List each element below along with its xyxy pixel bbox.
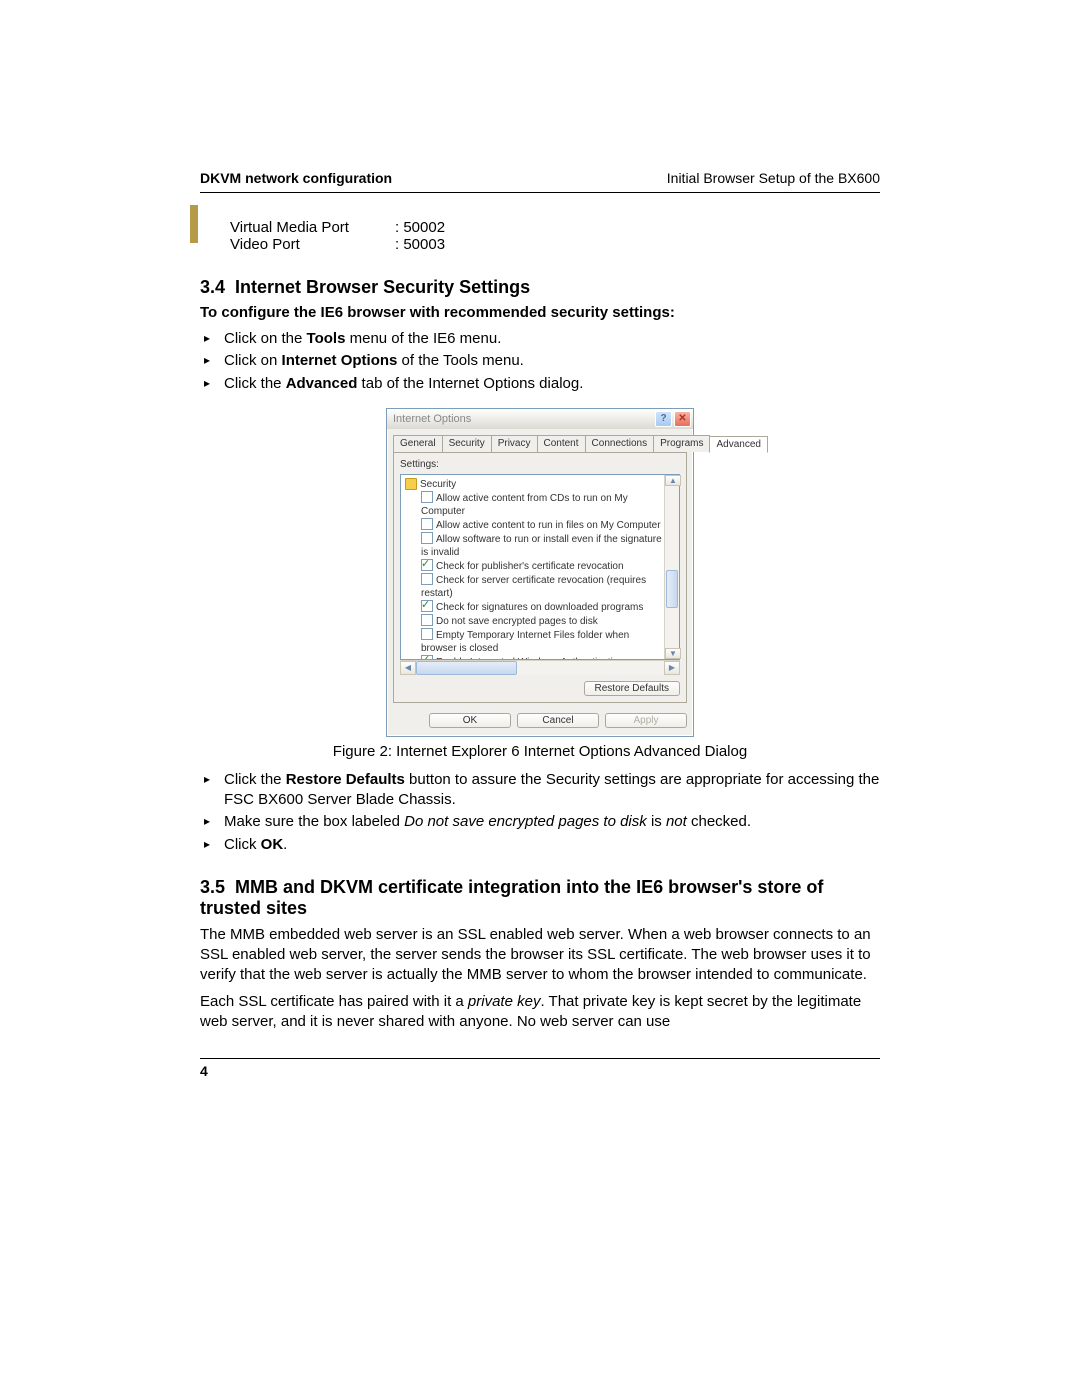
- settings-tree[interactable]: Security Allow active content from CDs to…: [400, 474, 680, 660]
- subheading: To configure the IE6 browser with recomm…: [200, 304, 880, 321]
- tab-row: General Security Privacy Content Connect…: [387, 429, 693, 452]
- page-number: 4: [200, 1063, 208, 1079]
- figure-caption: Figure 2: Internet Explorer 6 Internet O…: [200, 743, 880, 760]
- section-number: 3.5: [200, 877, 225, 897]
- security-category: Security: [405, 478, 662, 491]
- bullet-item: Click the Advanced tab of the Internet O…: [200, 374, 880, 394]
- bullet-item: Click on Internet Options of the Tools m…: [200, 351, 880, 371]
- port-value: 50002: [395, 219, 445, 236]
- tab-privacy[interactable]: Privacy: [491, 435, 538, 452]
- bullet-item: Click the Restore Defaults button to ass…: [200, 770, 880, 811]
- body-text: The MMB embedded web server is an SSL en…: [200, 925, 880, 986]
- port-value: 50003: [395, 236, 445, 253]
- scroll-left-icon[interactable]: ◀: [400, 661, 416, 675]
- help-icon[interactable]: ?: [655, 411, 672, 427]
- apply-button[interactable]: Apply: [605, 713, 687, 728]
- checkbox[interactable]: [421, 655, 433, 659]
- header-left: DKVM network configuration: [200, 170, 392, 186]
- port-block: Virtual Media Port 50002 Video Port 5000…: [230, 219, 880, 253]
- setting-item[interactable]: Allow active content from CDs to run on …: [421, 491, 662, 518]
- checkbox[interactable]: [421, 573, 433, 585]
- port-label: Video Port: [230, 236, 395, 253]
- bullet-list: Click the Restore Defaults button to ass…: [200, 770, 880, 855]
- body-text: Each SSL certificate has paired with it …: [200, 992, 880, 1033]
- setting-item[interactable]: Do not save encrypted pages to disk: [421, 614, 662, 628]
- side-strip: [190, 205, 198, 243]
- horizontal-scrollbar[interactable]: ◀ ▶: [400, 660, 680, 675]
- internet-options-dialog: Internet Options ? ✕ General Security Pr…: [386, 408, 694, 737]
- scroll-down-icon[interactable]: ▼: [665, 648, 681, 659]
- checkbox[interactable]: [421, 614, 433, 626]
- bullet-item: Click on the Tools menu of the IE6 menu.: [200, 329, 880, 349]
- bullet-item: Make sure the box labeled Do not save en…: [200, 812, 880, 832]
- tab-programs[interactable]: Programs: [653, 435, 710, 452]
- setting-label: Allow active content to run in files on …: [436, 520, 661, 531]
- setting-item[interactable]: Allow active content to run in files on …: [421, 518, 662, 532]
- scroll-thumb[interactable]: [416, 661, 517, 675]
- checkbox[interactable]: [421, 491, 433, 503]
- setting-label: Do not save encrypted pages to disk: [436, 616, 598, 627]
- setting-label: Check for signatures on downloaded progr…: [436, 602, 643, 613]
- tab-body: Settings: Security Allow active content f…: [393, 452, 687, 703]
- setting-item[interactable]: Check for server certificate revocation …: [421, 573, 662, 600]
- scroll-thumb[interactable]: [666, 570, 678, 608]
- tab-general[interactable]: General: [393, 435, 443, 452]
- tab-content[interactable]: Content: [537, 435, 586, 452]
- vertical-scrollbar[interactable]: ▲ ▼: [664, 475, 679, 659]
- setting-label: Allow active content from CDs to run on …: [421, 493, 628, 517]
- scroll-up-icon[interactable]: ▲: [665, 475, 681, 486]
- setting-item[interactable]: Empty Temporary Internet Files folder wh…: [421, 628, 662, 655]
- header-right: Initial Browser Setup of the BX600: [667, 170, 880, 186]
- section-title: Internet Browser Security Settings: [235, 277, 530, 297]
- tab-connections[interactable]: Connections: [585, 435, 655, 452]
- setting-label: Check for server certificate revocation …: [421, 575, 646, 599]
- setting-label: Empty Temporary Internet Files folder wh…: [421, 630, 629, 654]
- setting-label: Allow software to run or install even if…: [421, 534, 662, 558]
- cancel-button[interactable]: Cancel: [517, 713, 599, 728]
- checkbox[interactable]: [421, 532, 433, 544]
- dialog-title: Internet Options: [393, 413, 471, 425]
- section-title: MMB and DKVM certificate integration int…: [200, 877, 823, 918]
- bullet-item: Click OK.: [200, 835, 880, 855]
- bullet-list: Click on the Tools menu of the IE6 menu.…: [200, 329, 880, 394]
- scroll-right-icon[interactable]: ▶: [664, 661, 680, 675]
- dialog-titlebar[interactable]: Internet Options ? ✕: [387, 409, 693, 429]
- setting-label: Enable Integrated Windows Authentication…: [421, 657, 624, 659]
- setting-label: Check for publisher's certificate revoca…: [436, 561, 624, 572]
- setting-item[interactable]: Enable Integrated Windows Authentication…: [421, 655, 662, 659]
- section-heading-34: 3.4 Internet Browser Security Settings: [200, 277, 880, 298]
- port-label: Virtual Media Port: [230, 219, 395, 236]
- lock-icon: [405, 478, 417, 490]
- section-number: 3.4: [200, 277, 225, 297]
- checkbox[interactable]: [421, 628, 433, 640]
- close-icon[interactable]: ✕: [674, 411, 691, 427]
- setting-item[interactable]: Check for signatures on downloaded progr…: [421, 600, 662, 614]
- setting-item[interactable]: Check for publisher's certificate revoca…: [421, 559, 662, 573]
- checkbox[interactable]: [421, 518, 433, 530]
- section-heading-35: 3.5 MMB and DKVM certificate integration…: [200, 877, 880, 919]
- setting-item[interactable]: Allow software to run or install even if…: [421, 532, 662, 559]
- tab-security[interactable]: Security: [442, 435, 492, 452]
- ok-button[interactable]: OK: [429, 713, 511, 728]
- checkbox[interactable]: [421, 559, 433, 571]
- tab-advanced[interactable]: Advanced: [709, 436, 767, 453]
- restore-defaults-button[interactable]: Restore Defaults: [584, 681, 680, 696]
- settings-label: Settings:: [400, 459, 680, 470]
- checkbox[interactable]: [421, 600, 433, 612]
